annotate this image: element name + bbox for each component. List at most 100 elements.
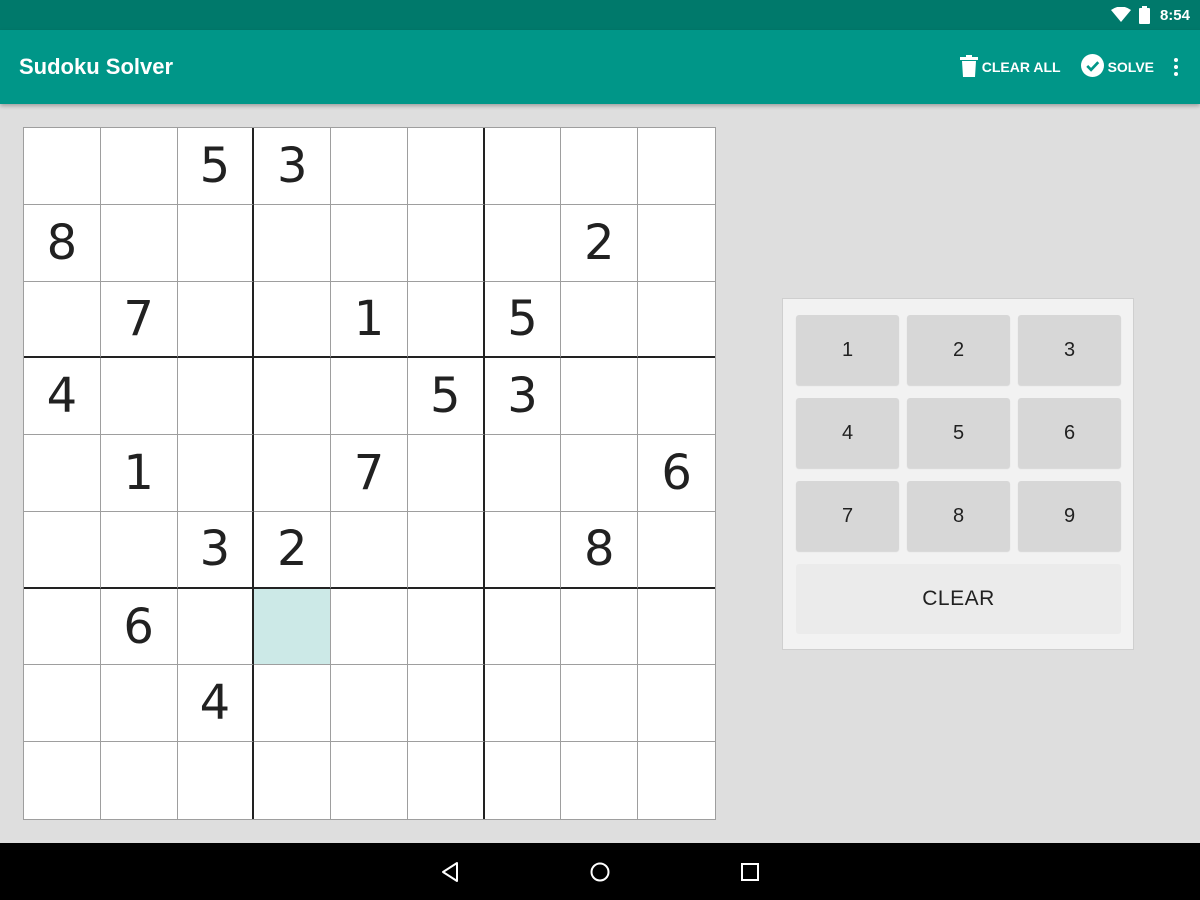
sudoku-cell[interactable] <box>254 204 332 282</box>
sudoku-cell[interactable] <box>561 435 639 512</box>
keypad-key-7[interactable]: 7 <box>796 481 899 551</box>
sudoku-cell[interactable]: 2 <box>561 204 639 282</box>
sudoku-cell[interactable] <box>101 742 178 819</box>
sudoku-cell[interactable]: 2 <box>254 511 332 589</box>
sudoku-cell[interactable] <box>331 204 408 282</box>
sudoku-cell[interactable]: 5 <box>177 128 255 205</box>
sudoku-cell[interactable] <box>638 589 715 666</box>
clear-button[interactable]: CLEAR <box>796 564 1121 634</box>
sudoku-cell[interactable]: 3 <box>254 128 332 205</box>
sudoku-cell[interactable] <box>331 588 408 666</box>
keypad-key-9[interactable]: 9 <box>1018 481 1121 551</box>
sudoku-cell[interactable]: 1 <box>100 435 178 512</box>
sudoku-cell[interactable]: 7 <box>331 435 408 512</box>
sudoku-cell[interactable] <box>638 205 715 282</box>
sudoku-cell[interactable] <box>484 128 562 205</box>
sudoku-cell[interactable] <box>177 358 255 436</box>
back-icon[interactable] <box>420 843 480 900</box>
check-circle-icon <box>1080 54 1104 80</box>
sudoku-cell[interactable] <box>24 435 101 512</box>
sudoku-cell[interactable] <box>254 435 332 512</box>
sudoku-cell[interactable] <box>177 204 255 282</box>
sudoku-cell[interactable] <box>407 204 485 282</box>
sudoku-cell[interactable]: 3 <box>177 511 255 589</box>
recents-icon[interactable] <box>720 843 780 900</box>
keypad-key-2[interactable]: 2 <box>907 315 1010 385</box>
sudoku-cell[interactable] <box>24 588 101 666</box>
sudoku-cell[interactable] <box>177 435 255 512</box>
sudoku-cell[interactable]: 4 <box>24 358 101 436</box>
sudoku-cell[interactable] <box>177 281 255 359</box>
sudoku-cell[interactable]: 8 <box>24 204 101 282</box>
keypad-key-4[interactable]: 4 <box>796 398 899 468</box>
keypad-key-3[interactable]: 3 <box>1018 315 1121 385</box>
sudoku-cell[interactable] <box>561 665 639 743</box>
sudoku-cell[interactable] <box>177 588 255 666</box>
sudoku-cell[interactable] <box>178 742 255 819</box>
clear-all-button[interactable]: CLEAR ALL <box>959 54 1061 80</box>
keypad-key-6[interactable]: 6 <box>1018 398 1121 468</box>
sudoku-cell[interactable]: 3 <box>484 358 562 436</box>
more-vert-icon[interactable] <box>1170 58 1182 76</box>
sudoku-cell[interactable] <box>638 128 715 205</box>
sudoku-cell[interactable] <box>331 128 408 205</box>
sudoku-cell[interactable] <box>24 511 101 589</box>
sudoku-cell[interactable] <box>561 358 639 436</box>
sudoku-cell[interactable] <box>484 511 562 589</box>
sudoku-cell[interactable] <box>24 742 101 819</box>
sudoku-cell[interactable] <box>331 358 408 436</box>
sudoku-cell[interactable] <box>100 665 178 743</box>
sudoku-cell[interactable] <box>254 588 332 666</box>
sudoku-cell[interactable] <box>24 128 101 205</box>
sudoku-cell[interactable] <box>254 281 332 359</box>
sudoku-cell[interactable] <box>561 281 639 359</box>
sudoku-cell[interactable]: 4 <box>177 665 255 743</box>
home-icon[interactable] <box>570 843 630 900</box>
sudoku-cell[interactable] <box>254 665 332 743</box>
keypad-key-1[interactable]: 1 <box>796 315 899 385</box>
sudoku-cell[interactable] <box>100 358 178 436</box>
sudoku-cell[interactable]: 6 <box>638 435 715 512</box>
sudoku-cell[interactable] <box>254 742 332 819</box>
wifi-icon <box>1110 7 1131 23</box>
solve-label: SOLVE <box>1107 59 1154 75</box>
sudoku-cell[interactable] <box>484 665 562 743</box>
sudoku-cell[interactable] <box>638 665 715 743</box>
sudoku-cell[interactable] <box>638 358 715 436</box>
solve-button[interactable]: SOLVE <box>1080 54 1154 80</box>
sudoku-cell[interactable]: 5 <box>484 281 562 359</box>
sudoku-cell[interactable]: 1 <box>331 281 408 359</box>
sudoku-cell[interactable] <box>254 358 332 436</box>
sudoku-cell[interactable] <box>407 511 485 589</box>
sudoku-cell[interactable] <box>561 588 639 666</box>
sudoku-cell[interactable]: 6 <box>100 588 178 666</box>
sudoku-cell[interactable] <box>638 742 715 819</box>
sudoku-cell[interactable] <box>100 204 178 282</box>
sudoku-cell[interactable] <box>331 665 408 743</box>
sudoku-cell[interactable] <box>561 128 639 205</box>
sudoku-cell[interactable] <box>561 742 639 819</box>
sudoku-cell[interactable] <box>100 128 178 205</box>
sudoku-cell[interactable] <box>407 588 485 666</box>
keypad-key-5[interactable]: 5 <box>907 398 1010 468</box>
sudoku-cell[interactable] <box>484 204 562 282</box>
sudoku-cell[interactable] <box>485 742 562 819</box>
sudoku-cell[interactable] <box>331 511 408 589</box>
sudoku-cell[interactable] <box>484 588 562 666</box>
sudoku-cell[interactable] <box>407 435 485 512</box>
sudoku-cell[interactable] <box>638 512 715 589</box>
sudoku-cell[interactable] <box>24 665 101 743</box>
keypad-key-8[interactable]: 8 <box>907 481 1010 551</box>
sudoku-cell[interactable]: 8 <box>561 511 639 589</box>
sudoku-cell[interactable] <box>638 282 715 359</box>
sudoku-cell[interactable] <box>407 281 485 359</box>
sudoku-cell[interactable]: 7 <box>100 281 178 359</box>
sudoku-cell[interactable] <box>407 665 485 743</box>
sudoku-cell[interactable] <box>407 128 485 205</box>
sudoku-cell[interactable]: 5 <box>407 358 485 436</box>
sudoku-cell[interactable] <box>331 742 408 819</box>
sudoku-cell[interactable] <box>408 742 485 819</box>
sudoku-cell[interactable] <box>24 281 101 359</box>
sudoku-cell[interactable] <box>100 511 178 589</box>
sudoku-cell[interactable] <box>484 435 562 512</box>
